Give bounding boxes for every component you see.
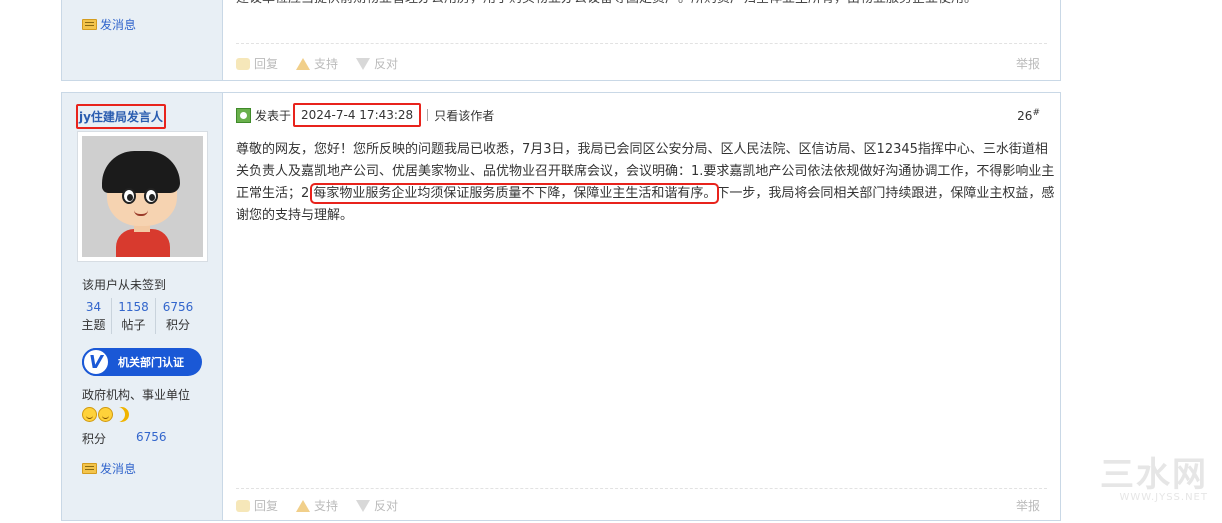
online-status-icon [236, 107, 251, 123]
author-sidebar: jy住建局发言人 该用户从未签到 34 主题 1158 帖子 6756 积分 V… [62, 93, 223, 520]
only-author-link[interactable]: 只看该作者 [434, 107, 494, 124]
thumb-up-icon [296, 57, 311, 70]
verified-v-icon: V [82, 348, 110, 376]
level-icons [82, 407, 129, 422]
send-message-link[interactable]: 发消息 [82, 16, 136, 33]
stat-label: 主题 [81, 318, 106, 332]
envelope-icon [82, 463, 97, 474]
previous-post-content: 建设单位应当提供前期物业管理办公用房，用于购买物业办公设备等固定资产。所购资产归… [223, 0, 1060, 80]
site-watermark: 三水网 WWW.JYSS.NET [1100, 458, 1208, 503]
divider [236, 488, 1047, 489]
avatar[interactable] [77, 131, 208, 262]
send-message-label: 发消息 [100, 18, 137, 32]
reply-icon [236, 499, 250, 512]
stat-label: 帖子 [121, 318, 146, 332]
user-group: 政府机构、事业单位 [82, 388, 191, 402]
stat-value: 6756 [162, 300, 194, 314]
support-label: 支持 [314, 499, 339, 513]
post-content: 发表于 2024-7-4 17:43:28 只看该作者 26# 尊敬的网友，您好… [223, 93, 1060, 520]
support-label: 支持 [314, 57, 339, 71]
post-meta: 发表于 2024-7-4 17:43:28 只看该作者 [236, 103, 494, 127]
posted-date: 2024-7-4 17:43:28 [293, 103, 422, 127]
reply-label: 回复 [254, 499, 279, 513]
score-row: 积分 6756 [82, 430, 167, 447]
post-body: 尊敬的网友，您好！您所反映的问题我局已收悉，7月3日，我局已会同区公安分局、区人… [236, 139, 1056, 227]
reply-label: 回复 [254, 57, 279, 71]
report-link[interactable]: 举报 [1016, 55, 1040, 72]
divider [427, 109, 429, 121]
stat-value: 34 [85, 300, 102, 314]
sign-in-status: 该用户从未签到 [82, 278, 167, 292]
verification-label: 机关部门认证 [118, 356, 184, 369]
moon-level-icon [114, 407, 129, 422]
posted-prefix: 发表于 [255, 108, 292, 123]
watermark-logo-text: 三水网 [1100, 455, 1208, 495]
stat-threads[interactable]: 34 主题 [76, 298, 112, 334]
support-button[interactable]: 支持 [296, 497, 338, 514]
previous-post-actions: 回复 支持 反对 [236, 55, 398, 72]
reply-icon [236, 57, 250, 70]
reply-post: jy住建局发言人 该用户从未签到 34 主题 1158 帖子 6756 积分 V… [61, 92, 1061, 521]
oppose-label: 反对 [374, 57, 399, 71]
floor-value: 26 [1017, 109, 1033, 123]
post-actions: 回复 支持 反对 [236, 497, 398, 514]
sun-level-icon [82, 407, 97, 422]
reply-button[interactable]: 回复 [236, 497, 278, 514]
sun-level-icon [98, 407, 113, 422]
support-button[interactable]: 支持 [296, 55, 338, 72]
report-link[interactable]: 举报 [1016, 497, 1040, 514]
oppose-button[interactable]: 反对 [356, 497, 398, 514]
stat-value: 1158 [118, 300, 149, 314]
send-message-label: 发消息 [100, 462, 137, 476]
floor-number[interactable]: 26# [1017, 108, 1040, 123]
oppose-button[interactable]: 反对 [356, 55, 398, 72]
oppose-label: 反对 [374, 499, 399, 513]
envelope-icon [82, 19, 97, 30]
verification-badge[interactable]: V 机关部门认证 [82, 348, 202, 376]
reply-button[interactable]: 回复 [236, 55, 278, 72]
thumb-down-icon [356, 57, 371, 70]
score-label: 积分 [82, 432, 107, 446]
previous-post: 发消息 建设单位应当提供前期物业管理办公用房，用于购买物业办公设备等固定资产。所… [61, 0, 1061, 81]
score-value: 6756 [136, 430, 167, 444]
floor-mark: # [1032, 108, 1040, 118]
stat-posts[interactable]: 1158 帖子 [112, 298, 156, 334]
avatar-image [82, 136, 203, 257]
user-stats: 34 主题 1158 帖子 6756 积分 [76, 298, 200, 334]
thumb-down-icon [356, 499, 371, 512]
stat-score[interactable]: 6756 积分 [156, 298, 200, 334]
stat-label: 积分 [165, 318, 190, 332]
send-message-link[interactable]: 发消息 [82, 460, 136, 477]
post-body-highlight: 每家物业服务企业均须保证服务质量不下降，保障业主生活和谐有序。 [310, 183, 720, 204]
previous-post-sidebar: 发消息 [62, 0, 223, 80]
author-name[interactable]: jy住建局发言人 [76, 104, 166, 129]
previous-post-text: 建设单位应当提供前期物业管理办公用房，用于购买物业办公设备等固定资产。所购资产归… [236, 0, 1056, 9]
thumb-up-icon [296, 499, 311, 512]
divider [236, 43, 1047, 44]
